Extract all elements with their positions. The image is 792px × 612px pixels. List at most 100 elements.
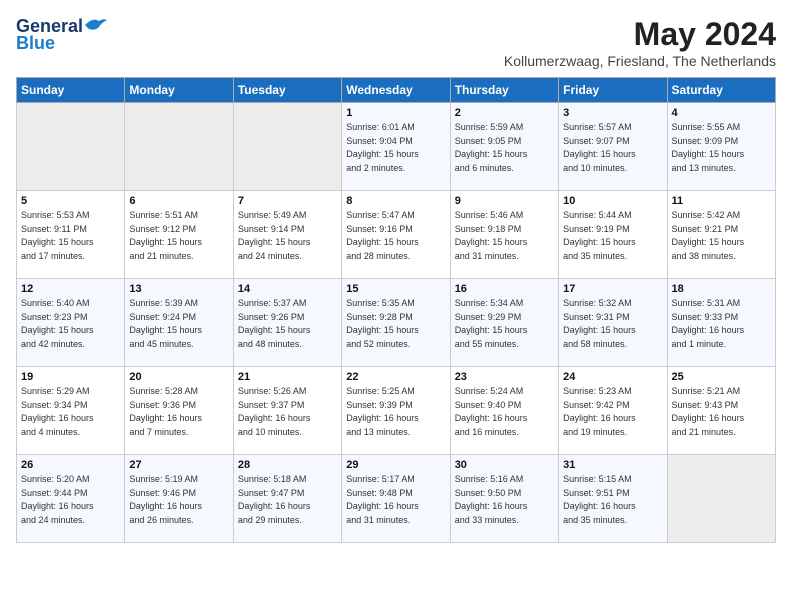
calendar-cell: 10Sunrise: 5:44 AMSunset: 9:19 PMDayligh… (559, 191, 667, 279)
day-info: Sunrise: 5:21 AMSunset: 9:43 PMDaylight:… (672, 385, 771, 439)
day-number: 30 (455, 459, 554, 471)
day-number: 7 (238, 195, 337, 207)
logo-text-blue: Blue (16, 33, 55, 54)
calendar-cell: 23 Sunrise: 5:24 AMSunset: 9:40 PMDayligh… (450, 367, 558, 455)
day-number: 23 (455, 371, 554, 383)
day-info: Sunrise: 5:15 AMSunset: 9:51 PMDaylight:… (563, 473, 662, 527)
day-info: Sunrise: 5:26 AMSunset: 9:37 PMDaylight:… (238, 385, 337, 439)
calendar-cell: 26 Sunrise: 5:20 AMSunset: 9:44 PMDayligh… (17, 455, 125, 543)
calendar-cell: 16 Sunrise: 5:34 AMSunset: 9:29 PMDayligh… (450, 279, 558, 367)
day-info: Sunrise: 5:32 AMSunset: 9:31 PMDaylight:… (563, 297, 662, 351)
day-info: Sunrise: 5:31 AMSunset: 9:33 PMDaylight:… (672, 297, 771, 351)
day-info: Sunrise: 5:20 AMSunset: 9:44 PMDaylight:… (21, 473, 120, 527)
day-info: Sunrise: 5:42 AMSunset: 9:21 PMDaylight:… (672, 209, 771, 263)
day-info: Sunrise: 5:57 AMSunset: 9:07 PMDaylight:… (563, 121, 662, 175)
day-info: Sunrise: 5:23 AMSunset: 9:42 PMDaylight:… (563, 385, 662, 439)
day-number: 16 (455, 283, 554, 295)
calendar-cell: 4Sunrise: 5:55 AMSunset: 9:09 PMDaylight… (667, 103, 775, 191)
day-number: 6 (129, 195, 228, 207)
header-thursday: Thursday (450, 78, 558, 103)
day-info: Sunrise: 5:47 AMSunset: 9:16 PMDaylight:… (346, 209, 445, 263)
calendar-cell: 12 Sunrise: 5:40 AMSunset: 9:23 PMDayligh… (17, 279, 125, 367)
calendar-cell: 9 Sunrise: 5:46 AMSunset: 9:18 PMDaylight… (450, 191, 558, 279)
header-wednesday: Wednesday (342, 78, 450, 103)
calendar-cell: 8 Sunrise: 5:47 AMSunset: 9:16 PMDaylight… (342, 191, 450, 279)
calendar-cell: 25 Sunrise: 5:21 AMSunset: 9:43 PMDayligh… (667, 367, 775, 455)
calendar-row-1: 5 Sunrise: 5:53 AMSunset: 9:11 PMDaylight… (17, 191, 776, 279)
calendar-cell: 20Sunrise: 5:28 AMSunset: 9:36 PMDayligh… (125, 367, 233, 455)
day-number: 14 (238, 283, 337, 295)
header-monday: Monday (125, 78, 233, 103)
calendar-row-0: 1 Sunrise: 6:01 AMSunset: 9:04 PMDaylight… (17, 103, 776, 191)
calendar-cell: 18 Sunrise: 5:31 AMSunset: 9:33 PMDayligh… (667, 279, 775, 367)
day-info: Sunrise: 5:24 AMSunset: 9:40 PMDaylight:… (455, 385, 554, 439)
month-title: May 2024 (504, 16, 776, 53)
day-number: 2 (455, 107, 554, 119)
calendar-cell: 19Sunrise: 5:29 AMSunset: 9:34 PMDayligh… (17, 367, 125, 455)
calendar-cell: 29 Sunrise: 5:17 AMSunset: 9:48 PMDayligh… (342, 455, 450, 543)
day-info: Sunrise: 5:44 AMSunset: 9:19 PMDaylight:… (563, 209, 662, 263)
calendar-cell (125, 103, 233, 191)
day-info: Sunrise: 5:40 AMSunset: 9:23 PMDaylight:… (21, 297, 120, 351)
calendar-table: SundayMondayTuesdayWednesdayThursdayFrid… (16, 77, 776, 543)
day-info: Sunrise: 5:37 AMSunset: 9:26 PMDaylight:… (238, 297, 337, 351)
day-number: 27 (129, 459, 228, 471)
title-block: May 2024 Kollumerzwaag, Friesland, The N… (504, 16, 776, 69)
calendar-cell: 11 Sunrise: 5:42 AMSunset: 9:21 PMDayligh… (667, 191, 775, 279)
day-info: Sunrise: 5:51 AMSunset: 9:12 PMDaylight:… (129, 209, 228, 263)
calendar-cell: 1 Sunrise: 6:01 AMSunset: 9:04 PMDaylight… (342, 103, 450, 191)
location-subtitle: Kollumerzwaag, Friesland, The Netherland… (504, 53, 776, 69)
day-number: 17 (563, 283, 662, 295)
day-info: Sunrise: 5:35 AMSunset: 9:28 PMDaylight:… (346, 297, 445, 351)
calendar-cell: 14 Sunrise: 5:37 AMSunset: 9:26 PMDayligh… (233, 279, 341, 367)
day-info: Sunrise: 5:34 AMSunset: 9:29 PMDaylight:… (455, 297, 554, 351)
day-number: 8 (346, 195, 445, 207)
day-number: 31 (563, 459, 662, 471)
calendar-row-2: 12 Sunrise: 5:40 AMSunset: 9:23 PMDayligh… (17, 279, 776, 367)
header-sunday: Sunday (17, 78, 125, 103)
calendar-cell (17, 103, 125, 191)
day-info: Sunrise: 5:59 AMSunset: 9:05 PMDaylight:… (455, 121, 554, 175)
day-info: Sunrise: 5:16 AMSunset: 9:50 PMDaylight:… (455, 473, 554, 527)
calendar-cell: 30 Sunrise: 5:16 AMSunset: 9:50 PMDayligh… (450, 455, 558, 543)
calendar-cell: 31 Sunrise: 5:15 AMSunset: 9:51 PMDayligh… (559, 455, 667, 543)
day-number: 5 (21, 195, 120, 207)
day-info: Sunrise: 6:01 AMSunset: 9:04 PMDaylight:… (346, 121, 445, 175)
day-number: 25 (672, 371, 771, 383)
header-saturday: Saturday (667, 78, 775, 103)
day-number: 1 (346, 107, 445, 119)
day-number: 11 (672, 195, 771, 207)
logo-bird-icon (85, 17, 107, 33)
day-number: 13 (129, 283, 228, 295)
day-info: Sunrise: 5:49 AMSunset: 9:14 PMDaylight:… (238, 209, 337, 263)
day-number: 22 (346, 371, 445, 383)
calendar-cell: 5 Sunrise: 5:53 AMSunset: 9:11 PMDaylight… (17, 191, 125, 279)
calendar-cell: 27Sunrise: 5:19 AMSunset: 9:46 PMDayligh… (125, 455, 233, 543)
calendar-cell (233, 103, 341, 191)
day-number: 9 (455, 195, 554, 207)
day-number: 12 (21, 283, 120, 295)
day-info: Sunrise: 5:46 AMSunset: 9:18 PMDaylight:… (455, 209, 554, 263)
calendar-cell: 13Sunrise: 5:39 AMSunset: 9:24 PMDayligh… (125, 279, 233, 367)
calendar-row-4: 26 Sunrise: 5:20 AMSunset: 9:44 PMDayligh… (17, 455, 776, 543)
header-tuesday: Tuesday (233, 78, 341, 103)
day-info: Sunrise: 5:53 AMSunset: 9:11 PMDaylight:… (21, 209, 120, 263)
calendar-cell: 22 Sunrise: 5:25 AMSunset: 9:39 PMDayligh… (342, 367, 450, 455)
calendar-cell: 17 Sunrise: 5:32 AMSunset: 9:31 PMDayligh… (559, 279, 667, 367)
day-number: 20 (129, 371, 228, 383)
header-friday: Friday (559, 78, 667, 103)
calendar-row-3: 19Sunrise: 5:29 AMSunset: 9:34 PMDayligh… (17, 367, 776, 455)
day-number: 18 (672, 283, 771, 295)
calendar-cell: 7 Sunrise: 5:49 AMSunset: 9:14 PMDaylight… (233, 191, 341, 279)
day-number: 4 (672, 107, 771, 119)
day-info: Sunrise: 5:25 AMSunset: 9:39 PMDaylight:… (346, 385, 445, 439)
day-info: Sunrise: 5:18 AMSunset: 9:47 PMDaylight:… (238, 473, 337, 527)
day-number: 26 (21, 459, 120, 471)
day-info: Sunrise: 5:17 AMSunset: 9:48 PMDaylight:… (346, 473, 445, 527)
day-number: 29 (346, 459, 445, 471)
logo: General Blue (16, 16, 107, 54)
day-number: 15 (346, 283, 445, 295)
calendar-header-row: SundayMondayTuesdayWednesdayThursdayFrid… (17, 78, 776, 103)
calendar-cell: 15 Sunrise: 5:35 AMSunset: 9:28 PMDayligh… (342, 279, 450, 367)
day-number: 24 (563, 371, 662, 383)
